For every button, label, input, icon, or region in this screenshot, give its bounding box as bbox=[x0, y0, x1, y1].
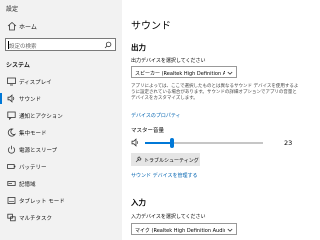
battery-icon bbox=[7, 162, 16, 171]
sidebar-item-label: 電源とスリープ bbox=[19, 148, 58, 154]
sidebar-item-sound[interactable]: サウンド bbox=[0, 90, 122, 107]
sidebar-item-notifications[interactable]: 通知とアクション bbox=[0, 107, 122, 124]
output-device-value: スピーカー (Realtek High Definition Au... bbox=[135, 70, 225, 77]
speaker-icon bbox=[7, 94, 16, 103]
sidebar-item-power[interactable]: 電源とスリープ bbox=[0, 141, 122, 158]
display-icon bbox=[7, 77, 16, 86]
master-volume-row: 23 bbox=[131, 137, 296, 149]
sidebar-item-label: サウンド bbox=[19, 97, 42, 103]
search-placeholder: 設定の検索 bbox=[9, 43, 37, 50]
device-properties-link[interactable]: デバイスのプロパティ bbox=[131, 112, 181, 119]
sidebar-item-storage[interactable]: 記憶域 bbox=[0, 175, 122, 192]
output-device-dropdown[interactable]: スピーカー (Realtek High Definition Au... bbox=[131, 66, 237, 78]
input-heading: 入力 bbox=[131, 198, 146, 207]
sidebar-item-focus[interactable]: 集中モード bbox=[0, 124, 122, 141]
main-content: サウンド 出力 出力デバイスを選択してください スピーカー (Realtek H… bbox=[122, 0, 300, 240]
chevron-down-icon bbox=[227, 227, 233, 233]
settings-window: 設定 ホーム 設定の検索 システム ディスプレイ サウンド 通知とアクション 集… bbox=[0, 0, 300, 240]
troubleshoot-label: トラブルシューティング bbox=[144, 157, 199, 164]
chevron-down-icon bbox=[227, 70, 233, 76]
output-heading: 出力 bbox=[131, 43, 146, 52]
sidebar-item-battery[interactable]: バッテリー bbox=[0, 158, 122, 175]
master-volume-label: マスター音量 bbox=[131, 128, 165, 134]
sidebar-item-label: ディスプレイ bbox=[19, 80, 52, 86]
active-indicator bbox=[0, 93, 2, 104]
storage-icon bbox=[7, 179, 16, 188]
output-select-label: 出力デバイスを選択してください bbox=[131, 58, 206, 64]
home-label: ホーム bbox=[19, 24, 37, 31]
wrench-icon bbox=[135, 156, 142, 163]
volume-value: 23 bbox=[284, 139, 293, 147]
input-device-dropdown[interactable]: マイク (Realtek High Definition Audio) bbox=[131, 223, 237, 235]
power-icon bbox=[7, 145, 16, 154]
input-select-label: 入力デバイスを選択してください bbox=[131, 214, 206, 220]
sidebar-item-display[interactable]: ディスプレイ bbox=[0, 73, 122, 90]
sidebar-item-label: タブレット モード bbox=[19, 199, 65, 205]
input-device-value: マイク (Realtek High Definition Audio) bbox=[135, 227, 225, 234]
sidebar-item-label: バッテリー bbox=[19, 165, 47, 171]
sidebar-item-label: 記憶域 bbox=[19, 182, 36, 188]
sidebar-item-label: 集中モード bbox=[19, 131, 47, 137]
volume-slider[interactable] bbox=[145, 138, 263, 148]
sidebar-item-multitasking[interactable]: マルチタスク bbox=[0, 209, 122, 226]
home-icon bbox=[7, 21, 17, 31]
home-nav-item[interactable]: ホーム bbox=[0, 19, 122, 33]
sidebar-item-label: 通知とアクション bbox=[19, 114, 63, 120]
section-title: システム bbox=[6, 62, 30, 69]
manage-devices-link[interactable]: サウンド デバイスを管理する bbox=[131, 172, 197, 179]
notification-icon bbox=[7, 111, 16, 120]
volume-speaker-icon[interactable] bbox=[131, 138, 140, 147]
sidebar-nav: ディスプレイ サウンド 通知とアクション 集中モード 電源とスリープ バッテリー… bbox=[0, 73, 122, 226]
sidebar-item-label: マルチタスク bbox=[19, 216, 53, 222]
multitask-icon bbox=[7, 213, 16, 222]
search-icon[interactable] bbox=[104, 41, 112, 49]
volume-slider-thumb[interactable] bbox=[170, 138, 174, 148]
sidebar: 設定 ホーム 設定の検索 システム ディスプレイ サウンド 通知とアクション 集… bbox=[0, 0, 122, 240]
troubleshoot-button[interactable]: トラブルシューティング bbox=[131, 153, 200, 166]
volume-slider-fill bbox=[145, 142, 172, 144]
page-title: サウンド bbox=[131, 21, 171, 32]
search-input[interactable]: 設定の検索 bbox=[5, 38, 116, 51]
output-note: アプリによっては、ここで選択したものとは異なるサウンド デバイスを使用するように… bbox=[131, 84, 299, 101]
sidebar-item-tablet-mode[interactable]: タブレット モード bbox=[0, 192, 122, 209]
app-title: 設定 bbox=[6, 6, 19, 13]
moon-icon bbox=[7, 128, 16, 137]
tablet-icon bbox=[7, 196, 16, 205]
